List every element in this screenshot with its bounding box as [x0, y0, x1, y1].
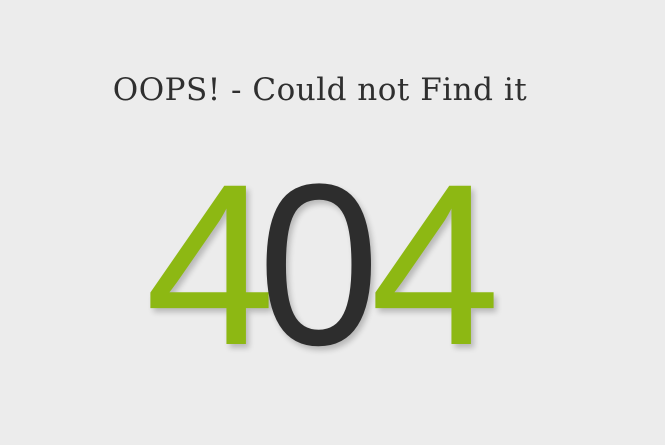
error-code-digit-middle: 0: [258, 136, 380, 393]
error-code-digit-first: 4: [145, 136, 276, 393]
error-code: 4 0 4: [0, 0, 665, 445]
error-code-digit-last: 4: [370, 136, 501, 393]
